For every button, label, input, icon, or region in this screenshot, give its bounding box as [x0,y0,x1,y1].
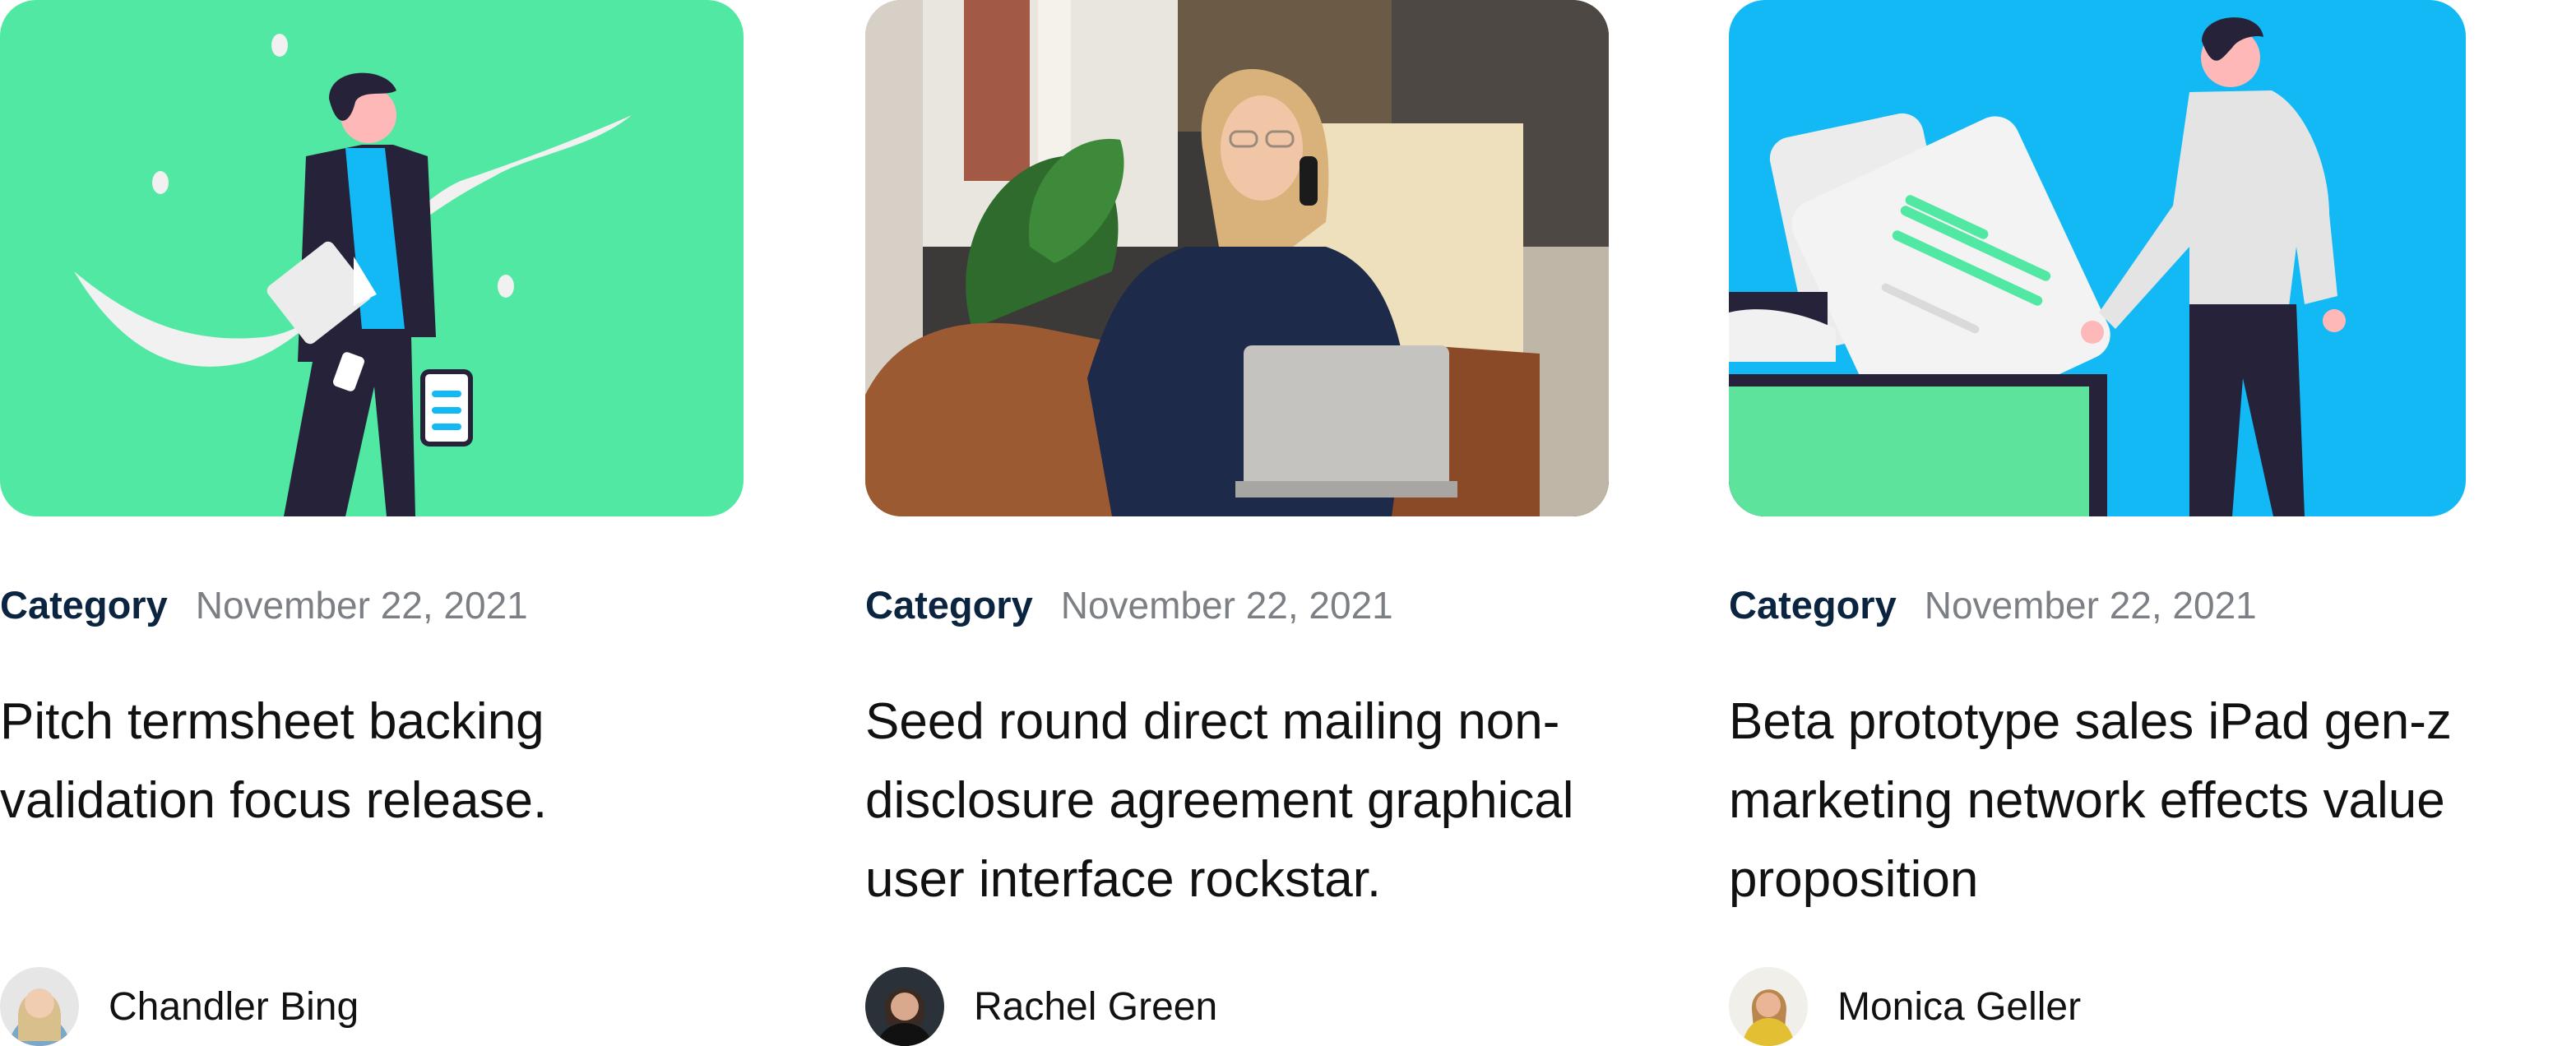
category-link[interactable]: Category [1729,583,1897,627]
author[interactable]: Chandler Bing [0,967,359,1046]
illustration-man-with-folder [1729,0,2466,516]
avatar [0,967,79,1046]
category-link[interactable]: Category [865,583,1033,627]
blog-card[interactable]: Category November 22, 2021 Beta prototype… [1729,0,2466,1046]
post-date: November 22, 2021 [1924,584,2257,627]
blog-card[interactable]: Category November 22, 2021 Pitch termshee… [0,0,744,1046]
card-title[interactable]: Pitch termsheet backing validation focus… [0,683,744,840]
author-name: Monica Geller [1837,984,2082,1029]
card-title[interactable]: Seed round direct mailing non-disclosure… [865,683,1609,919]
avatar [1729,967,1808,1046]
author[interactable]: Rachel Green [865,967,1217,1046]
author-name: Chandler Bing [109,984,359,1029]
category-link[interactable]: Category [0,583,168,627]
card-image[interactable] [0,0,744,516]
card-image[interactable] [865,0,1609,516]
author-name: Rachel Green [974,984,1218,1029]
post-date: November 22, 2021 [195,584,528,627]
post-date: November 22, 2021 [1060,584,1393,627]
card-meta: Category November 22, 2021 [1729,585,2257,624]
blog-card[interactable]: Category November 22, 2021 Seed round dir… [865,0,1609,1046]
avatar [865,967,944,1046]
card-image[interactable] [1729,0,2466,516]
photo-woman-on-phone-with-laptop [865,0,1609,516]
card-title[interactable]: Beta prototype sales iPad gen-z marketin… [1729,683,2466,919]
card-meta: Category November 22, 2021 [865,585,1393,624]
illustration-man-with-documents [0,0,744,516]
author[interactable]: Monica Geller [1729,967,2081,1046]
card-meta: Category November 22, 2021 [0,585,528,624]
